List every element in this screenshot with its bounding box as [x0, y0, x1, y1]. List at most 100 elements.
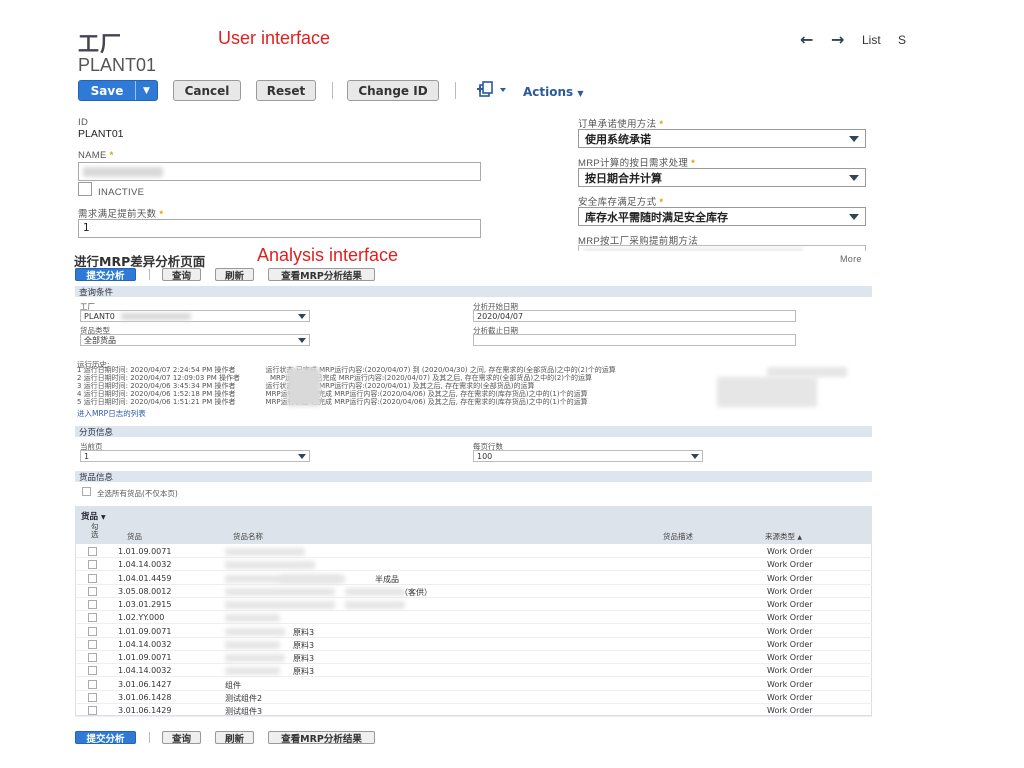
select-all-label: 全选所有货品(不仅本页)	[97, 489, 178, 498]
history-line-text: 2 运行日期时间: 2020/04/07 12:09:03 PM 操作者	[77, 374, 240, 382]
item-code[interactable]: 3.01.06.1427	[118, 680, 171, 689]
purchase-lead-select[interactable]	[578, 245, 866, 251]
history-line-5: 5 运行日期时间: 2020/04/06 1:51:21 PM 操作者 MRP运行…	[77, 398, 588, 406]
item-code[interactable]: 3.01.06.1429	[118, 706, 171, 715]
current-page-select[interactable]: 1	[80, 450, 310, 462]
redacted-value	[767, 367, 847, 377]
safety-stock-label: 安全库存满足方式 *	[578, 194, 663, 208]
row-checkbox[interactable]	[88, 613, 97, 623]
select-all-checkbox[interactable]	[82, 487, 91, 496]
redacted-value	[225, 640, 280, 649]
chevron-down-icon	[849, 174, 859, 181]
row-checkbox[interactable]	[88, 706, 97, 715]
col-item-desc[interactable]: 货品描述	[663, 531, 693, 542]
source-type: Work Order	[767, 560, 813, 570]
item-code[interactable]: 1.04.01.4459	[118, 574, 171, 583]
view-mrp-results-button-bottom[interactable]: 查看MRP分析结果	[268, 731, 375, 745]
table-row: 3.01.06.1428 测试组件2 Work Order	[75, 691, 872, 704]
item-code[interactable]: 3.01.06.1428	[118, 693, 171, 702]
name-label: NAME *	[78, 150, 114, 161]
item-name: 测试组件2	[225, 693, 263, 703]
table-row: 1.02.YY.000 Work Order	[75, 611, 872, 625]
safety-stock-select[interactable]: 库存水平需随时满足安全库存	[578, 207, 866, 226]
lead-days-field[interactable]: 1	[78, 219, 481, 238]
row-checkbox[interactable]	[88, 560, 97, 570]
row-checkbox[interactable]	[88, 679, 97, 689]
back-arrow-icon[interactable]: ←	[800, 30, 813, 49]
row-checkbox[interactable]	[88, 692, 97, 702]
source-type: Work Order	[767, 679, 813, 689]
actions-menu[interactable]: Actions ▼	[523, 85, 584, 99]
redacted-value	[225, 587, 335, 596]
view-mrp-results-button[interactable]: 查看MRP分析结果	[268, 268, 375, 282]
lead-days-label: 需求满足提前天数 *	[78, 206, 163, 220]
row-checkbox[interactable]	[88, 547, 97, 556]
save-dropdown-icon[interactable]: ▼	[135, 81, 157, 100]
col-item-name[interactable]: 货品名称	[233, 531, 263, 542]
item-code[interactable]: 1.04.14.0032	[118, 640, 171, 649]
table-header: 货品 ▼ 勾选 货品 货品名称 货品描述 来源类型 ▲	[75, 506, 872, 544]
col-item[interactable]: 货品	[127, 531, 142, 542]
plant-select[interactable]: PLANT0	[80, 310, 310, 322]
item-code[interactable]: 1.04.14.0032	[118, 666, 171, 675]
item-code[interactable]: 1.01.09.0071	[118, 547, 171, 556]
table-row: 1.01.09.0071 原料3 Work Order	[75, 625, 872, 638]
forward-arrow-icon[interactable]: →	[831, 30, 844, 49]
row-checkbox[interactable]	[88, 626, 97, 636]
toolbar-divider	[332, 82, 333, 99]
search-link[interactable]: S	[898, 33, 906, 47]
item-code[interactable]: 1.01.09.0071	[118, 627, 171, 636]
row-checkbox[interactable]	[88, 653, 97, 662]
row-checkbox[interactable]	[88, 586, 97, 596]
user-interface-annotation: User interface	[218, 28, 331, 48]
new-record-icon[interactable]	[476, 81, 508, 99]
col-source-type[interactable]: 来源类型 ▲	[765, 531, 802, 542]
row-checkbox[interactable]	[88, 600, 97, 609]
history-line-text: 4 运行日期时间: 2020/04/06 1:52:18 PM 操作者	[77, 390, 236, 398]
table-row: 1.01.09.0071 原料3 Work Order	[75, 651, 872, 664]
table-row: 1.04.14.0032 原料3 Work Order	[75, 638, 872, 651]
item-type-select[interactable]: 全部货品	[80, 334, 310, 346]
item-code[interactable]: 1.01.09.0071	[118, 653, 171, 662]
item-name: 半成品	[375, 574, 399, 584]
table-row: 1.04.14.0032 原料3 Work Order	[75, 664, 872, 678]
end-date-field[interactable]	[473, 334, 796, 346]
item-code[interactable]: 1.02.YY.000	[118, 613, 164, 622]
item-code[interactable]: 1.04.14.0032	[118, 560, 171, 569]
table-row: 3.01.06.1427 组件 Work Order	[75, 678, 872, 691]
col-source-type-label: 来源类型	[765, 532, 795, 541]
redacted-value	[225, 654, 285, 662]
row-checkbox[interactable]	[88, 639, 97, 649]
mrp-log-link[interactable]: 进入MRP日志的列表	[77, 408, 146, 419]
row-checkbox[interactable]	[88, 573, 97, 583]
save-button[interactable]: Save ▼	[78, 80, 158, 101]
refresh-button-bottom[interactable]: 刷新	[215, 731, 254, 745]
more-link[interactable]: More	[840, 254, 862, 264]
source-type: Work Order	[767, 586, 813, 596]
submit-analysis-button[interactable]: 提交分析	[75, 268, 136, 282]
redacted-value	[225, 667, 280, 676]
chevron-down-icon: ▼	[577, 89, 584, 98]
name-field[interactable]	[78, 162, 481, 181]
chevron-down-icon	[849, 213, 859, 220]
row-checkbox[interactable]	[88, 666, 97, 676]
reset-button[interactable]: Reset	[256, 80, 316, 101]
item-code[interactable]: 3.05.08.0012	[118, 587, 171, 596]
query-button[interactable]: 查询	[162, 268, 201, 282]
item-code[interactable]: 1.03.01.2915	[118, 600, 171, 609]
cancel-button[interactable]: Cancel	[173, 80, 241, 101]
submit-analysis-button-bottom[interactable]: 提交分析	[75, 731, 136, 745]
refresh-button[interactable]: 刷新	[215, 268, 254, 282]
change-id-button[interactable]: Change ID	[347, 80, 439, 101]
inactive-checkbox[interactable]	[78, 182, 92, 196]
start-date-field[interactable]: 2020/04/07	[473, 310, 796, 322]
list-link[interactable]: List	[862, 33, 881, 47]
items-tab[interactable]: 货品 ▼	[81, 510, 106, 522]
redacted-value	[583, 248, 803, 251]
per-page-select[interactable]: 100	[473, 450, 703, 462]
daily-demand-select[interactable]: 按日期合并计算	[578, 168, 866, 187]
query-button-bottom[interactable]: 查询	[162, 731, 201, 745]
redacted-value	[225, 627, 285, 636]
item-type-value: 全部货品	[84, 335, 116, 345]
commit-method-select[interactable]: 使用系统承诺	[578, 129, 866, 148]
